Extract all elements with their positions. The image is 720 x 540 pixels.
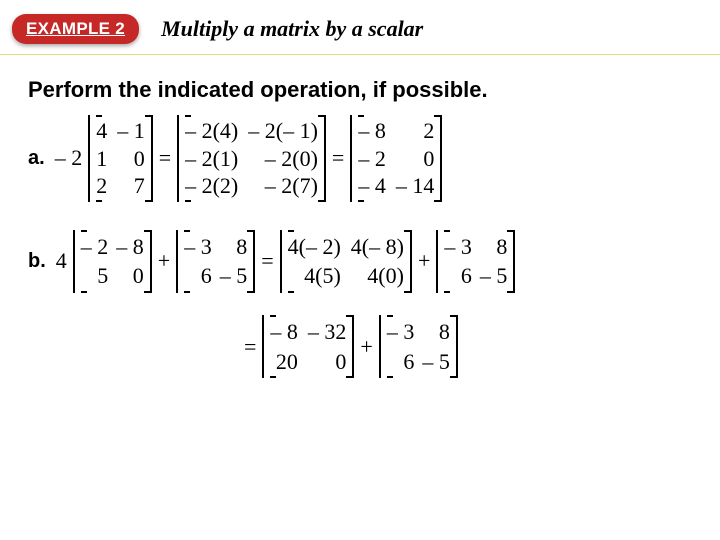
equals: = (261, 248, 273, 274)
cell: – 8 (358, 117, 386, 145)
cell: – 14 (396, 172, 435, 200)
example-badge: EXAMPLE 2 (12, 14, 139, 44)
cell: – 2(0) (265, 145, 318, 173)
cell: 6 (403, 347, 414, 377)
cell: – 3 (387, 317, 415, 347)
cell: – 32 (308, 317, 347, 347)
page-title: Multiply a matrix by a scalar (161, 16, 423, 42)
cell: 0 (423, 145, 434, 173)
cell: 0 (134, 145, 145, 173)
content-body: Perform the indicated operation, if poss… (0, 55, 720, 378)
cell: – 1 (117, 117, 145, 145)
cell: 7 (134, 172, 145, 200)
part-a-label: a. (28, 147, 45, 170)
cell: – 3 (444, 232, 472, 262)
part-b-matrix-5: – 8 20 – 32 0 (262, 315, 354, 378)
cell: 4 (96, 117, 107, 145)
cell: – 2(2) (185, 172, 238, 200)
cell: 5 (97, 261, 108, 291)
cell: 1 (96, 145, 107, 173)
cell: 4(5) (304, 261, 341, 291)
part-b-scalar: 4 (56, 248, 67, 274)
cell: – 5 (220, 261, 248, 291)
header: EXAMPLE 2 Multiply a matrix by a scalar (0, 0, 720, 55)
cell: 6 (461, 261, 472, 291)
part-a-matrix-2: – 2(4) – 2(1) – 2(2) – 2(– 1) – 2(0) – 2… (177, 115, 326, 202)
part-b-matrix-6: – 3 6 8 – 5 (379, 315, 458, 378)
cell: 8 (439, 317, 450, 347)
cell: – 2(4) (185, 117, 238, 145)
part-b-row-2: = – 8 20 – 32 0 + – 3 6 8 – 5 (238, 315, 692, 378)
cell: – 3 (184, 232, 212, 262)
cell: – 8 (270, 317, 298, 347)
part-a-scalar: – 2 (55, 145, 83, 171)
cell: – 2 (81, 232, 109, 262)
part-b-matrix-1: – 2 5 – 8 0 (73, 230, 152, 293)
cell: 20 (276, 347, 298, 377)
part-b-matrix-3: 4(– 2) 4(5) 4(– 8) 4(0) (280, 230, 412, 293)
cell: – 4 (358, 172, 386, 200)
cell: 4(– 8) (351, 232, 404, 262)
cell: 2 (423, 117, 434, 145)
cell: 0 (133, 261, 144, 291)
cell: – 8 (116, 232, 144, 262)
plus: + (158, 248, 170, 274)
part-b-row-1: b. 4 – 2 5 – 8 0 + – 3 6 8 – 5 (28, 230, 692, 293)
cell: – 2(– 1) (248, 117, 318, 145)
cell: – 2(7) (265, 172, 318, 200)
equals: = (244, 334, 256, 360)
part-b-matrix-4: – 3 6 8 – 5 (436, 230, 515, 293)
cell: – 5 (480, 261, 508, 291)
cell: 6 (201, 261, 212, 291)
equals: = (159, 145, 171, 171)
cell: – 2(1) (185, 145, 238, 173)
cell: – 2 (358, 145, 386, 173)
equals: = (332, 145, 344, 171)
part-a-matrix-1: 4 1 2 – 1 0 7 (88, 115, 153, 202)
plus: + (360, 334, 372, 360)
cell: 4(– 2) (288, 232, 341, 262)
cell: 8 (236, 232, 247, 262)
cell: – 5 (422, 347, 450, 377)
part-b-matrix-2: – 3 6 8 – 5 (176, 230, 255, 293)
part-a-row: a. – 2 4 1 2 – 1 0 7 = – 2(4) – 2(1) – 2… (28, 115, 692, 202)
plus: + (418, 248, 430, 274)
cell: 4(0) (367, 261, 404, 291)
part-a-matrix-3: – 8 – 2 – 4 2 0 – 14 (350, 115, 442, 202)
part-b-label: b. (28, 250, 46, 273)
cell: 0 (335, 347, 346, 377)
cell: 8 (496, 232, 507, 262)
instruction-text: Perform the indicated operation, if poss… (28, 77, 692, 103)
cell: 2 (96, 172, 107, 200)
